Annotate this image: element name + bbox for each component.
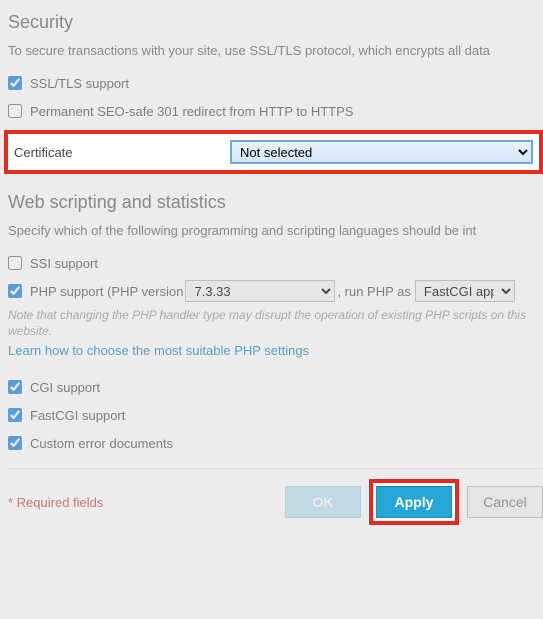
ssl-tls-label: SSL/TLS support [30,76,129,91]
php-run-as-label: , run PHP as [337,284,410,299]
php-settings-link[interactable]: Learn how to choose the most suitable PH… [8,343,309,358]
cgi-label: CGI support [30,380,100,395]
php-label: PHP support (PHP version [30,284,183,299]
divider [8,468,543,469]
security-heading: Security [8,12,543,33]
custom-error-label: Custom error documents [30,436,173,451]
php-version-select[interactable]: 7.3.33 [185,280,335,302]
php-checkbox[interactable] [8,284,22,298]
redirect-checkbox[interactable] [8,104,22,118]
php-handler-select[interactable]: FastCGI applic [415,280,515,302]
cancel-button[interactable]: Cancel [467,486,543,518]
ssi-checkbox[interactable] [8,256,22,270]
certificate-row-highlight: Certificate Not selected [4,130,543,174]
security-desc: To secure transactions with your site, u… [8,43,543,58]
certificate-label: Certificate [14,145,230,160]
apply-button[interactable]: Apply [376,486,452,518]
php-note: Note that changing the PHP handler type … [8,308,543,339]
ssl-tls-checkbox[interactable] [8,76,22,90]
cgi-checkbox[interactable] [8,380,22,394]
required-fields-label: * Required fields [8,495,103,510]
redirect-label: Permanent SEO-safe 301 redirect from HTT… [30,104,353,119]
fastcgi-label: FastCGI support [30,408,125,423]
scripting-desc: Specify which of the following programmi… [8,223,543,238]
apply-button-highlight: Apply [369,479,459,525]
fastcgi-checkbox[interactable] [8,408,22,422]
ok-button[interactable]: OK [285,486,361,518]
certificate-select[interactable]: Not selected [230,140,533,164]
custom-error-checkbox[interactable] [8,436,22,450]
ssi-label: SSI support [30,256,98,271]
scripting-heading: Web scripting and statistics [8,192,543,213]
